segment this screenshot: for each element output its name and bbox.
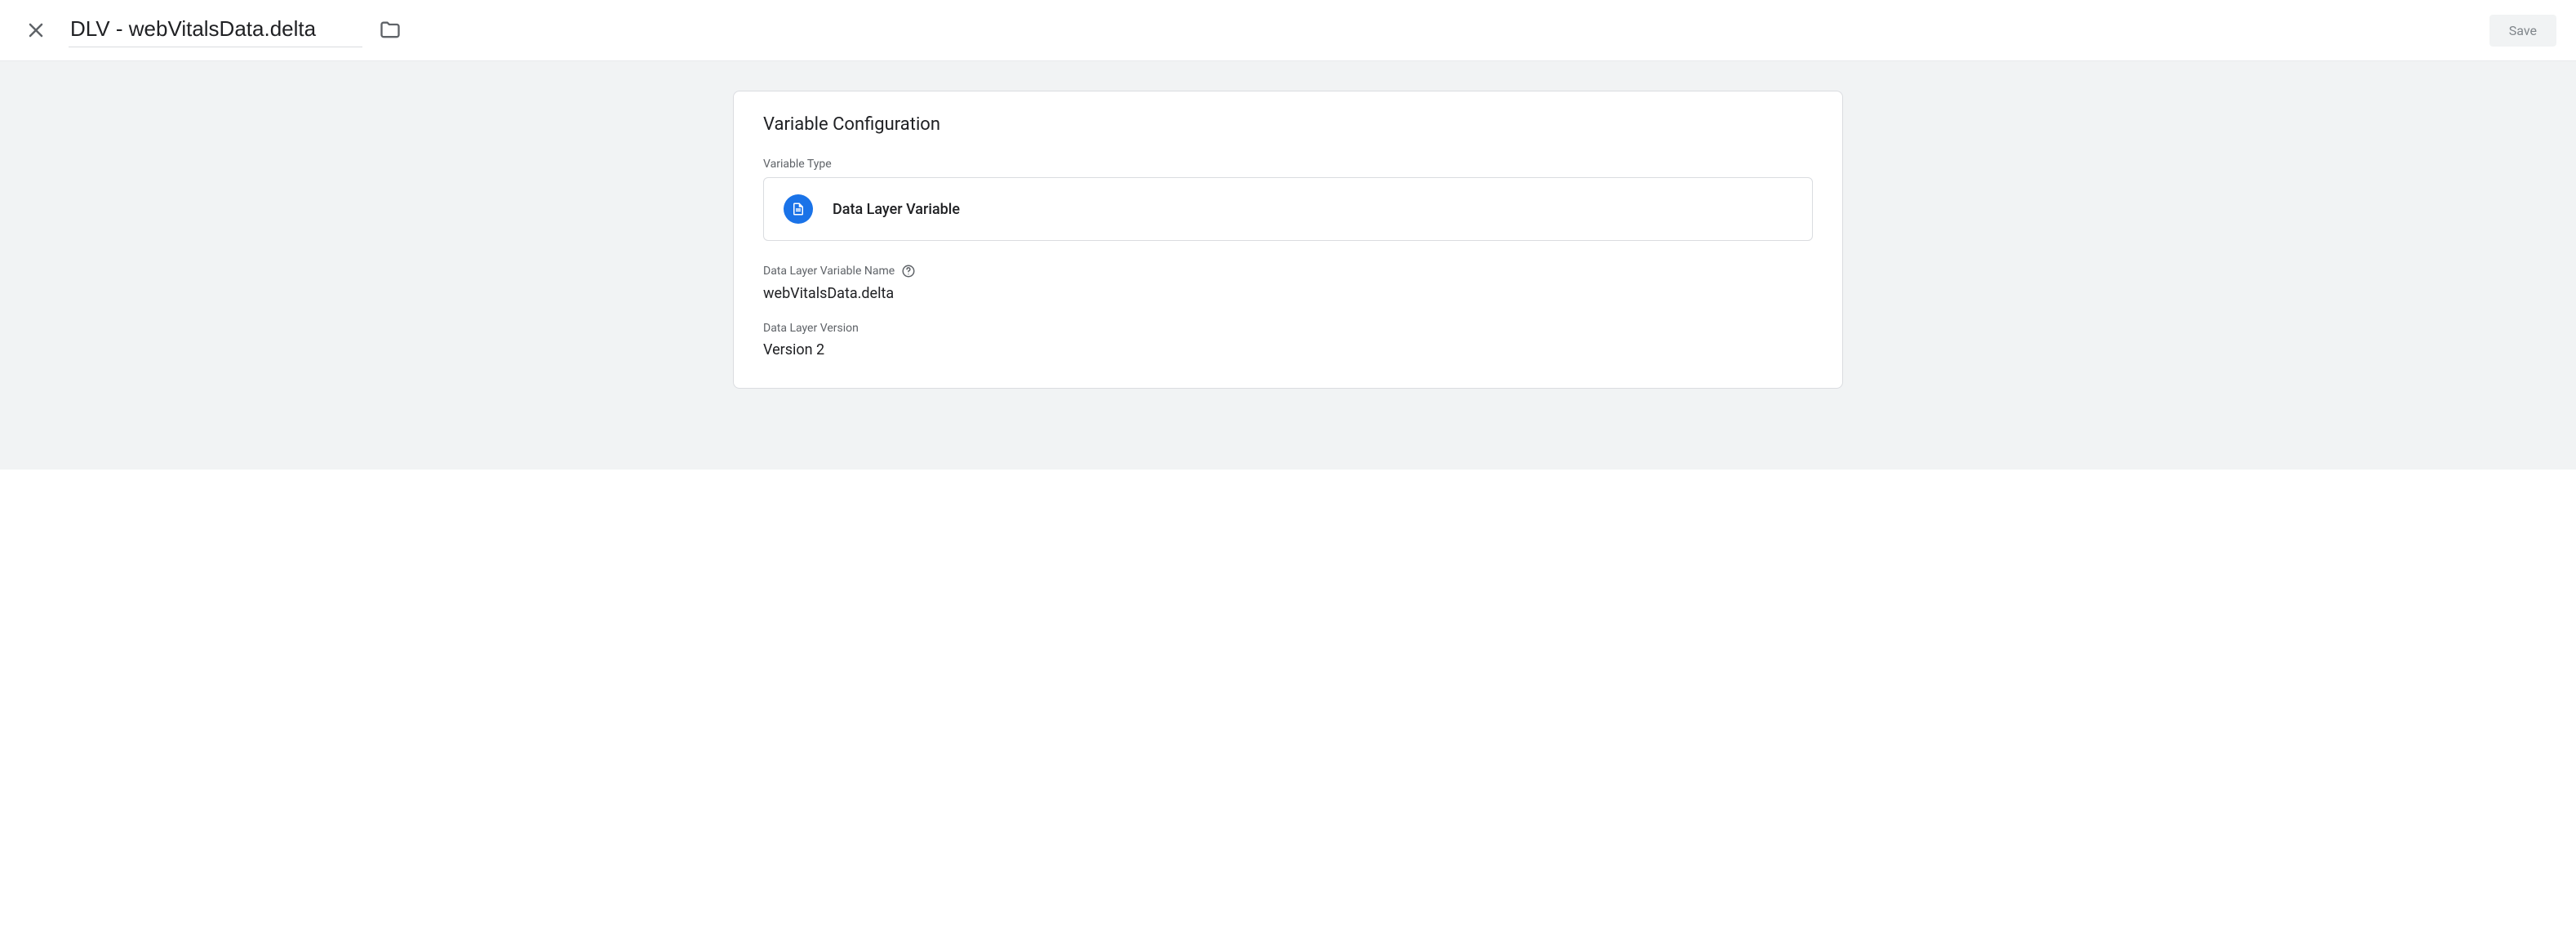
- variable-configuration-card: Variable Configuration Variable Type Dat…: [733, 91, 1843, 389]
- folder-button[interactable]: [375, 16, 405, 45]
- title-wrapper: [69, 13, 405, 47]
- card-title: Variable Configuration: [763, 114, 1813, 135]
- folder-icon: [379, 19, 402, 42]
- variable-type-selector[interactable]: Data Layer Variable: [763, 177, 1813, 241]
- version-label: Data Layer Version: [763, 322, 1813, 335]
- header-bar: Save: [0, 0, 2576, 61]
- variable-type-label: Variable Type: [763, 158, 1813, 171]
- variable-name-label-text: Data Layer Variable Name: [763, 265, 895, 278]
- header-left: [20, 13, 405, 47]
- variable-type-name: Data Layer Variable: [833, 201, 960, 218]
- data-layer-variable-icon: [784, 194, 813, 224]
- content-area: Variable Configuration Variable Type Dat…: [0, 61, 2576, 470]
- help-icon[interactable]: [901, 264, 916, 278]
- close-icon: [26, 20, 46, 40]
- version-value: Version 2: [763, 341, 1813, 358]
- variable-name-input[interactable]: [69, 13, 362, 47]
- variable-name-value: webVitalsData.delta: [763, 285, 1813, 302]
- variable-name-label: Data Layer Variable Name: [763, 264, 1813, 278]
- save-button[interactable]: Save: [2489, 15, 2556, 47]
- close-button[interactable]: [20, 14, 52, 47]
